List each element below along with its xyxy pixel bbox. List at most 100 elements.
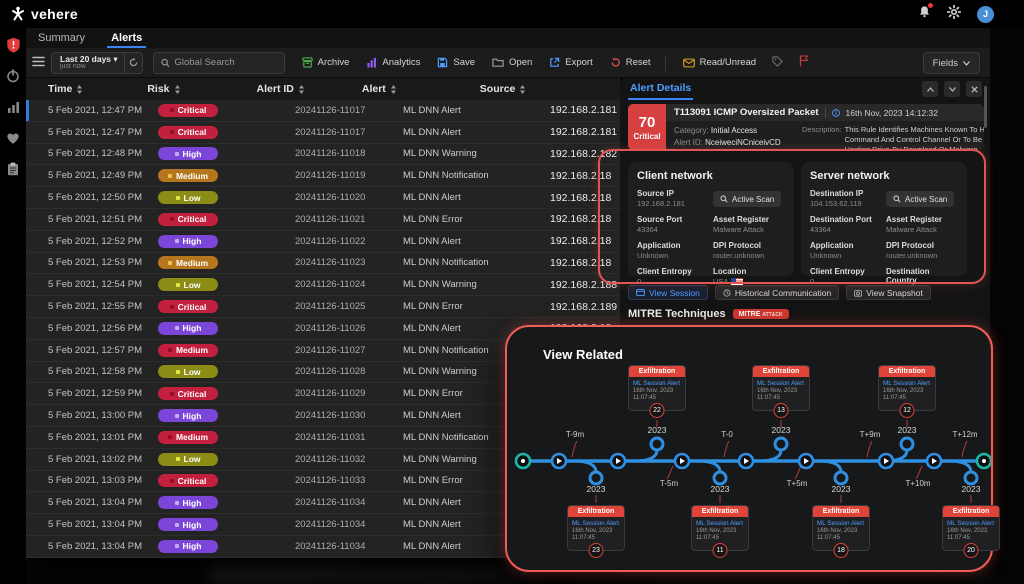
event-date: 16th Nov, 2023 bbox=[757, 388, 805, 394]
event-link[interactable]: ML Session Alert bbox=[883, 380, 931, 387]
menu-hamburger-icon[interactable] bbox=[32, 54, 45, 72]
fields-label: Fields bbox=[933, 58, 958, 69]
analytics-button[interactable]: Analytics bbox=[366, 57, 420, 68]
event-tag: Exfiltration bbox=[753, 366, 809, 377]
column-header-time[interactable]: Time bbox=[48, 83, 83, 95]
panel-scrollbar[interactable] bbox=[984, 86, 987, 128]
open-button[interactable]: Open bbox=[492, 57, 532, 68]
cell-alert: ML DNN Alert bbox=[403, 541, 461, 552]
search-input[interactable] bbox=[174, 57, 276, 68]
risk-badge: Critical bbox=[158, 300, 218, 313]
cell-source: 192.168.2.18 bbox=[550, 235, 611, 247]
client-network-title: Client network bbox=[637, 170, 785, 182]
cell-source: 192.168.2.18 bbox=[550, 257, 611, 269]
table-row[interactable]: 5 Feb 2021, 12:49 PMMedium20241126-11019… bbox=[26, 165, 620, 187]
table-row[interactable]: 5 Feb 2021, 12:50 PMLow20241126-11020ML … bbox=[26, 187, 620, 209]
archive-button[interactable]: Archive bbox=[302, 57, 350, 68]
archive-icon bbox=[302, 57, 313, 68]
reset-button[interactable]: Reset bbox=[610, 57, 651, 68]
related-event-card[interactable]: ExfiltrationML Session Alert16th Nov, 20… bbox=[812, 505, 870, 551]
cell-alert: ML DNN Notification bbox=[403, 345, 489, 356]
active-scan-button[interactable]: Active Scan bbox=[886, 191, 954, 207]
historical-communication-button[interactable]: Historical Communication bbox=[715, 285, 839, 300]
event-link[interactable]: ML Session Alert bbox=[757, 380, 805, 387]
table-row[interactable]: 5 Feb 2021, 12:51 PMCritical20241126-110… bbox=[26, 209, 620, 231]
date-range-picker[interactable]: Last 20 days ▾ just now bbox=[51, 52, 143, 74]
table-row[interactable]: 5 Feb 2021, 12:55 PMCritical20241126-110… bbox=[26, 296, 620, 318]
column-header-alert[interactable]: Alert bbox=[362, 83, 397, 95]
close-icon[interactable] bbox=[966, 81, 982, 97]
notifications-bell-icon[interactable] bbox=[918, 5, 931, 23]
column-header-source[interactable]: Source bbox=[480, 83, 527, 95]
cell-time: 5 Feb 2021, 13:04 PM bbox=[48, 497, 142, 508]
risk-badge: Low bbox=[158, 278, 218, 291]
active-scan-button[interactable]: Active Scan bbox=[713, 191, 781, 207]
tab-summary[interactable]: Summary bbox=[38, 32, 85, 48]
event-link[interactable]: ML Session Alert bbox=[817, 520, 865, 527]
refresh-icon[interactable] bbox=[124, 53, 142, 73]
event-link[interactable]: ML Session Alert bbox=[947, 520, 995, 527]
sidebar-item-statistics bar-chart-icon[interactable] bbox=[4, 98, 22, 116]
event-count-badge: 22 bbox=[650, 403, 665, 418]
column-header-risk[interactable]: Risk bbox=[147, 83, 180, 95]
table-row[interactable]: 5 Feb 2021, 12:54 PMLow20241126-11024ML … bbox=[26, 274, 620, 296]
risk-badge: High bbox=[158, 147, 218, 160]
read-unread-button[interactable]: Read/Unread bbox=[683, 57, 757, 68]
event-link[interactable]: ML Session Alert bbox=[633, 380, 681, 387]
sidebar-item-health heart-icon[interactable] bbox=[4, 129, 22, 147]
table-row[interactable]: 5 Feb 2021, 12:47 PMCritical20241126-110… bbox=[26, 122, 620, 144]
sidebar-item-alerts shield-alert-icon[interactable] bbox=[4, 36, 22, 54]
event-time: 11:07:45 bbox=[572, 535, 620, 541]
time-offset-label: T+12m bbox=[952, 430, 977, 439]
user-avatar[interactable]: J bbox=[977, 6, 994, 23]
column-header-alert-id[interactable]: Alert ID bbox=[257, 83, 305, 95]
history-icon bbox=[723, 289, 731, 297]
table-row[interactable]: 5 Feb 2021, 12:53 PMMedium20241126-11023… bbox=[26, 253, 620, 275]
table-row[interactable]: 5 Feb 2021, 12:52 PMHigh20241126-11022ML… bbox=[26, 231, 620, 253]
cell-risk: Low bbox=[158, 365, 218, 378]
fields-dropdown[interactable]: Fields bbox=[923, 52, 980, 74]
related-event-card[interactable]: ExfiltrationML Session Alert16th Nov, 20… bbox=[691, 505, 749, 551]
event-tag: Exfiltration bbox=[568, 506, 624, 517]
sidebar-item-power power-icon[interactable] bbox=[4, 67, 22, 85]
settings-gear-icon[interactable] bbox=[947, 5, 961, 24]
view-session-button[interactable]: View Session bbox=[628, 285, 708, 300]
event-count-badge: 18 bbox=[834, 543, 849, 558]
flag-icon[interactable] bbox=[799, 55, 809, 70]
tab-alerts[interactable]: Alerts bbox=[111, 32, 142, 48]
cell-time: 5 Feb 2021, 13:00 PM bbox=[48, 410, 142, 421]
related-event-card[interactable]: ExfiltrationML Session Alert16th Nov, 20… bbox=[628, 365, 686, 411]
sidebar-item-reports clipboard-icon[interactable] bbox=[4, 160, 22, 178]
rule-title: T113091 ICMP Oversized Packet bbox=[674, 107, 819, 118]
cell-alert-id: 20241126-11020 bbox=[295, 192, 365, 203]
global-search[interactable] bbox=[153, 52, 285, 74]
view-snapshot-button[interactable]: View Snapshot bbox=[846, 285, 931, 300]
related-event-card[interactable]: Exfiltration ML Session Alert16th Nov, 20… bbox=[752, 365, 810, 411]
related-event-card[interactable]: ExfiltrationML Session Alert16th Nov, 20… bbox=[942, 505, 1000, 551]
related-event-card[interactable]: ExfiltrationML Session Alert16th Nov, 20… bbox=[878, 365, 936, 411]
event-link[interactable]: ML Session Alert bbox=[572, 520, 620, 527]
description-label: Description: bbox=[802, 125, 842, 150]
time-offset-label: T-0 bbox=[721, 430, 733, 439]
cell-source: 192.168.2.188 bbox=[550, 279, 617, 291]
cell-risk: Low bbox=[158, 191, 218, 204]
analytics-label: Analytics bbox=[382, 57, 420, 68]
cell-risk: Medium bbox=[158, 344, 218, 357]
export-button[interactable]: Export bbox=[549, 57, 592, 68]
collapse-down-button[interactable] bbox=[944, 81, 960, 97]
vehere-logo-icon bbox=[10, 6, 26, 22]
event-count-badge: 13 bbox=[774, 403, 789, 418]
save-button[interactable]: Save bbox=[437, 57, 475, 68]
cell-alert-id: 20241126-11034 bbox=[295, 541, 365, 552]
table-row[interactable]: 5 Feb 2021, 12:48 PMHigh20241126-11018ML… bbox=[26, 144, 620, 166]
cell-alert-id: 20241126-11018 bbox=[295, 148, 365, 159]
sort-icon bbox=[174, 85, 181, 94]
cell-alert-id: 20241126-11017 bbox=[295, 127, 365, 138]
risk-badge: High bbox=[158, 322, 218, 335]
tag-icon[interactable] bbox=[772, 56, 783, 70]
cell-risk: High bbox=[158, 235, 218, 248]
related-event-card[interactable]: ExfiltrationML Session Alert16th Nov, 20… bbox=[567, 505, 625, 551]
event-link[interactable]: ML Session Alert bbox=[696, 520, 744, 527]
collapse-up-button[interactable] bbox=[922, 81, 938, 97]
table-row[interactable]: 5 Feb 2021, 12:47 PMCritical20241126-110… bbox=[26, 100, 620, 122]
